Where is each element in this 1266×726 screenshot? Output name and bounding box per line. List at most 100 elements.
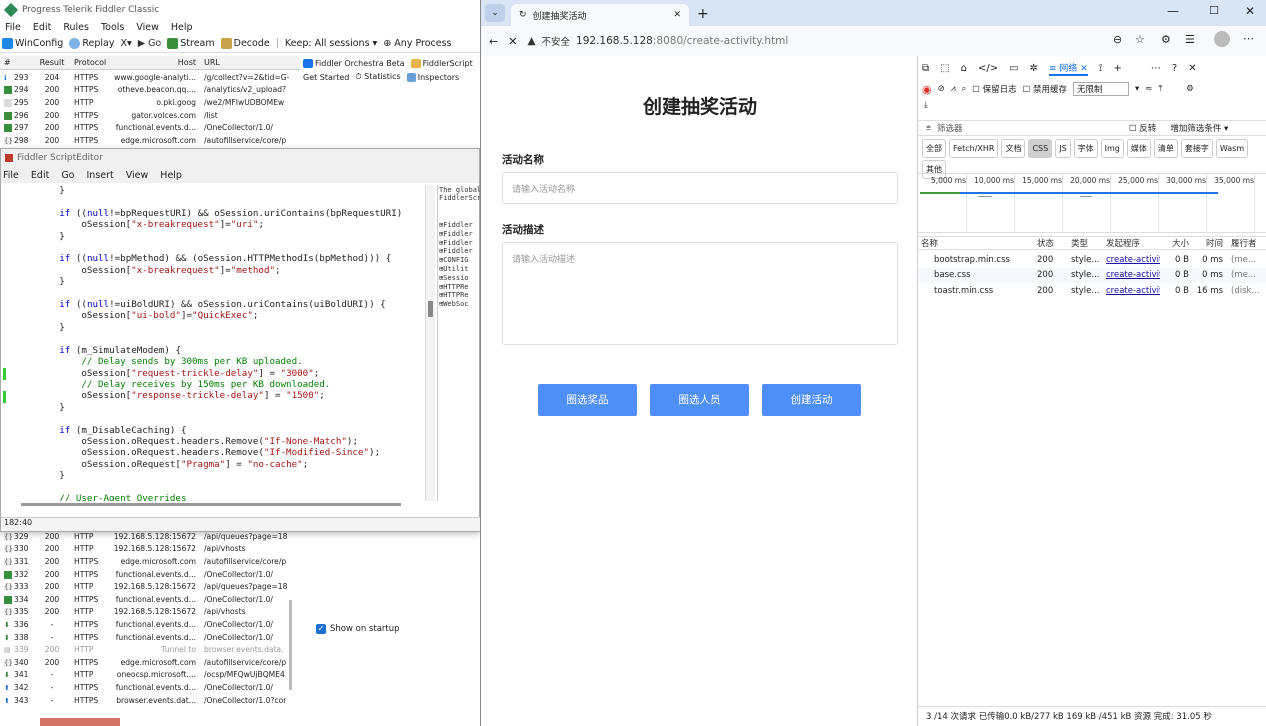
type-chip[interactable]: Fetch/XHR: [949, 139, 999, 158]
tab-network[interactable]: ≋ 网络 ✕: [1048, 61, 1088, 76]
remove-button[interactable]: X▾: [120, 38, 131, 49]
profile-avatar[interactable]: [1214, 31, 1230, 47]
session-row[interactable]: {}335 200 HTTP 192.168.5.128:15672/api/vhos…: [0, 606, 300, 619]
close-devtools-icon[interactable]: ✕: [1188, 63, 1196, 74]
tab-actions-chevron-icon[interactable]: ⌄: [485, 4, 505, 22]
menu-help[interactable]: Help: [171, 22, 193, 33]
network-row[interactable]: bootstrap.min.css 200 style... create-activ…: [918, 252, 1266, 268]
horizontal-scrollbar[interactable]: [21, 503, 401, 506]
col-host[interactable]: Host: [110, 58, 202, 67]
type-chip[interactable]: JS: [1055, 139, 1071, 158]
close-window-icon[interactable]: ✕: [1245, 4, 1255, 18]
minimize-icon[interactable]: —: [1167, 4, 1179, 18]
col-url[interactable]: URL: [202, 58, 298, 67]
throttle-select[interactable]: 无限制: [1072, 82, 1129, 96]
activity-name-input[interactable]: 请输入活动名称: [502, 172, 898, 204]
zoom-icon[interactable]: ⊖: [1113, 33, 1122, 46]
warning-icon[interactable]: ▲: [527, 35, 535, 47]
elements-icon[interactable]: </>: [978, 63, 998, 74]
menu-tools[interactable]: Tools: [101, 22, 124, 33]
wifi-settings-icon[interactable]: ≈: [1145, 84, 1152, 94]
col-protocol[interactable]: Protocol: [70, 58, 110, 67]
session-row[interactable]: 297 200 HTTPS functional.events.d... /OneCol…: [0, 121, 300, 134]
col-result[interactable]: Result: [34, 58, 70, 67]
session-row[interactable]: ⬆ 342 - HTTPS functional.events.d... /OneColl…: [0, 681, 300, 694]
help-icon[interactable]: ?: [1172, 63, 1177, 74]
menu-rules[interactable]: Rules: [63, 22, 89, 33]
disable-cache-checkbox[interactable]: ☐ 禁用缓存: [1023, 83, 1067, 95]
session-row[interactable]: {}298 200 HTTPS edge.microsoft.com/autofill…: [0, 134, 300, 147]
session-row[interactable]: ⬇ 338 - HTTPS functional.events.d... /OneColl…: [0, 631, 300, 644]
menu-edit[interactable]: Edit: [33, 22, 51, 33]
session-row[interactable]: 296 200 HTTPS gator.volces.com/list: [0, 109, 300, 122]
col-fulfilled[interactable]: 履行者: [1227, 237, 1266, 249]
sources-icon[interactable]: ✲: [1030, 63, 1038, 74]
dropdown-arrow-icon[interactable]: ▾: [1135, 84, 1139, 94]
tree-node[interactable]: ⊞HTTPRe: [439, 283, 480, 292]
tree-node[interactable]: ⊞HTTPRe: [439, 291, 480, 300]
tab-create-activity[interactable]: ↻ 创建抽奖活动 ✕: [511, 4, 689, 26]
tree-node[interactable]: ⊞Fiddler: [439, 239, 480, 248]
se-menu-file[interactable]: File: [3, 170, 19, 181]
session-row[interactable]: 332 200 HTTPS functional.events.d... /OneCol…: [0, 568, 300, 581]
import-icon[interactable]: ⤒: [1158, 84, 1162, 94]
tab-fiddlerscript[interactable]: FiddlerScript: [410, 58, 473, 68]
tree-node[interactable]: ⊞Utilit: [439, 265, 480, 274]
select-people-button[interactable]: 圈选人员: [650, 384, 749, 416]
type-chip[interactable]: 文档: [1001, 139, 1026, 158]
session-row[interactable]: {}333 200 HTTP 192.168.5.128:15672/api/queu…: [0, 580, 300, 593]
se-menu-edit[interactable]: Edit: [31, 170, 49, 181]
invert-checkbox[interactable]: ☐ 反转: [1129, 122, 1156, 134]
col-size[interactable]: 大小: [1160, 237, 1193, 249]
preserve-log-checkbox[interactable]: ☐ 保留日志: [972, 83, 1016, 95]
type-chip[interactable]: 清单: [1153, 139, 1178, 158]
search-icon[interactable]: ⌕: [962, 84, 967, 94]
filter-input[interactable]: 筛选器: [937, 122, 1123, 134]
tree-node[interactable]: ⊞Fiddler: [439, 221, 480, 230]
more-icon[interactable]: ⋯: [1243, 32, 1254, 45]
col-status[interactable]: 状态: [1034, 237, 1068, 249]
tab-get-started[interactable]: Get Started: [303, 73, 349, 82]
close-tab-icon[interactable]: ✕: [673, 10, 681, 20]
sessions-scrollbar[interactable]: [289, 600, 292, 690]
filter-toggle-icon[interactable]: ⩘: [951, 84, 956, 94]
net-initiator[interactable]: create-activit: [1103, 286, 1160, 296]
favorite-star-icon[interactable]: ☆: [1135, 33, 1145, 46]
inspect-icon[interactable]: ⬚: [940, 63, 949, 74]
se-menu-help[interactable]: Help: [160, 170, 182, 181]
create-activity-button[interactable]: 创建活动: [762, 384, 861, 416]
se-menu-go[interactable]: Go: [61, 170, 74, 181]
home-icon[interactable]: ⌂: [961, 63, 967, 74]
favorites-icon[interactable]: ☰: [1185, 33, 1195, 46]
more-filters-dropdown[interactable]: 增加筛选条件 ▾: [1170, 122, 1228, 134]
new-tab-icon[interactable]: +: [697, 6, 709, 22]
insecure-label[interactable]: 不安全: [542, 34, 571, 48]
session-row[interactable]: {}331 200 HTTPS edge.microsoft.com/autofill…: [0, 555, 300, 568]
more-tools-icon[interactable]: ⋯: [1151, 63, 1161, 74]
network-row[interactable]: toastr.min.css 200 style... create-activit 0…: [918, 283, 1266, 299]
menu-view[interactable]: View: [136, 22, 159, 33]
go-button[interactable]: ▶ Go: [138, 38, 162, 49]
tab-orchestra[interactable]: Fiddler Orchestra Beta: [303, 58, 405, 68]
type-chip[interactable]: Img: [1100, 139, 1124, 158]
export-icon[interactable]: ⤓: [924, 100, 928, 110]
session-row[interactable]: 334 200 HTTPS functional.events.d... /OneCol…: [0, 593, 300, 606]
activity-desc-textarea[interactable]: 请输入活动描述: [502, 242, 898, 345]
col-initiator[interactable]: 发起程序: [1103, 237, 1160, 249]
add-tool-icon[interactable]: +: [1114, 63, 1122, 74]
checkbox-checked-icon[interactable]: ✓: [316, 624, 326, 634]
keep-sessions-dropdown[interactable]: Keep: All sessions ▾: [285, 38, 377, 49]
tree-node[interactable]: ⊞Sessio: [439, 274, 480, 283]
menu-file[interactable]: File: [5, 22, 21, 33]
replay-button[interactable]: Replay: [69, 38, 114, 49]
net-initiator[interactable]: create-activit: [1103, 270, 1160, 280]
session-row[interactable]: ℹ 293 204 HTTPS www.google-analyti... /g/coll…: [0, 71, 300, 84]
type-chip[interactable]: Wasm: [1215, 139, 1249, 158]
se-menu-insert[interactable]: Insert: [87, 170, 114, 181]
session-row[interactable]: ⬆ 343 - HTTPS browser.events.dat... /OneColle…: [0, 694, 300, 707]
code-editor[interactable]: } if ((null!=bpRequestURI) && oSession.u…: [3, 185, 423, 501]
col-name[interactable]: 名称: [918, 237, 1034, 249]
extensions-icon[interactable]: ⚙: [1161, 33, 1171, 46]
maximize-icon[interactable]: ☐: [1209, 4, 1219, 17]
settings-icon[interactable]: ⚙: [1186, 84, 1194, 94]
